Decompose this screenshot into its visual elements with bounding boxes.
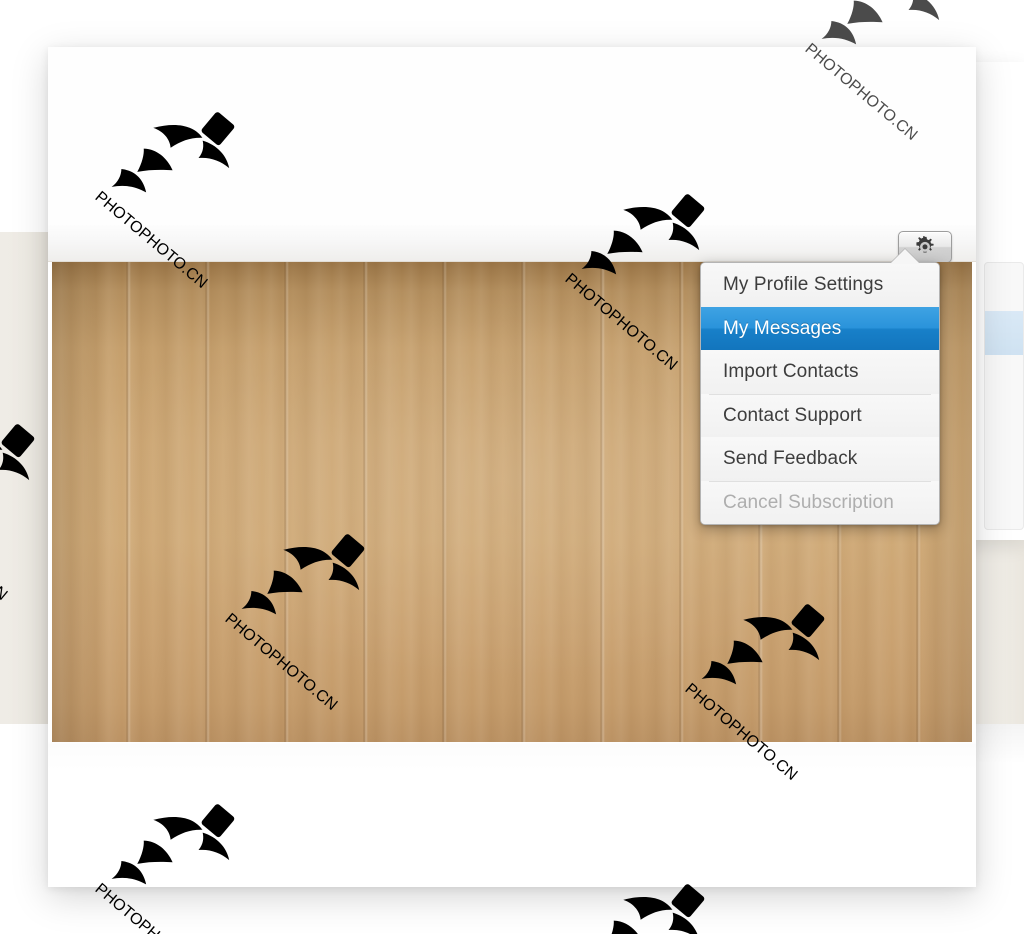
background-menu-ghost	[984, 262, 1024, 530]
window-footer-area	[48, 742, 976, 887]
settings-dropdown-menu[interactable]: My Profile Settings My Messages Import Con…	[700, 262, 940, 525]
dropdown-arrow-icon	[890, 249, 920, 264]
background-band-left	[0, 232, 52, 724]
window-header-area	[48, 47, 976, 225]
menu-item-contact-support[interactable]: Contact Support	[701, 393, 939, 437]
menu-item-my-messages[interactable]: My Messages	[701, 306, 939, 350]
menu-item-send-feedback[interactable]: Send Feedback	[701, 437, 939, 481]
background-shadow	[975, 724, 1024, 764]
menu-item-import-contacts[interactable]: Import Contacts	[701, 350, 939, 394]
toolbar	[48, 225, 976, 263]
menu-item-cancel-subscription: Cancel Subscription	[701, 480, 939, 524]
background-menu-ghost-highlight	[985, 311, 1023, 355]
screenshot-stage: My Profile Settings My Messages Import Con…	[0, 0, 1024, 934]
menu-item-my-profile-settings[interactable]: My Profile Settings	[701, 263, 939, 307]
